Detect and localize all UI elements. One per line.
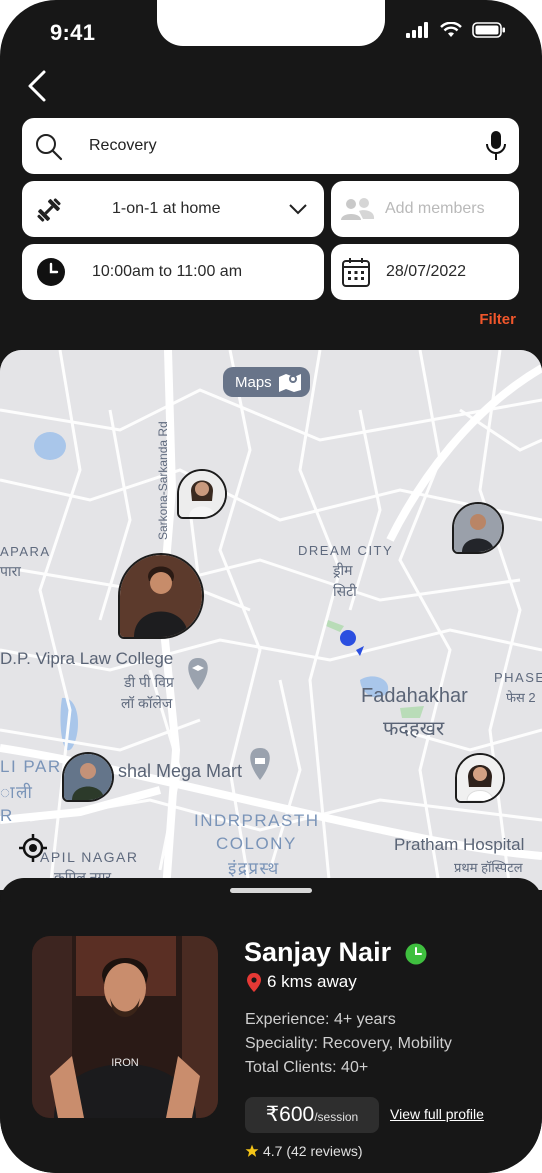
time-slot-field[interactable]: 10:00am to 11:00 am — [22, 244, 324, 300]
trainer-pin[interactable] — [62, 752, 114, 802]
map-label-dream-city-hi-2: सिटी — [333, 583, 357, 599]
map-view[interactable]: Sarkona-Sarkanda Rd APARA पारा DREAM CIT… — [0, 350, 542, 890]
trainer-pin[interactable] — [177, 469, 227, 519]
status-time: 9:41 — [50, 20, 96, 45]
time-slot-value: 10:00am to 11:00 am — [92, 263, 243, 280]
map-label-colony: COLONY — [216, 834, 297, 853]
trainer-pin[interactable] — [455, 753, 505, 803]
map-label-phase-hi: फेस 2 — [506, 690, 536, 705]
mic-icon[interactable] — [485, 130, 507, 162]
map-label-dream-city: DREAM CITY — [298, 543, 394, 558]
map-label-phase: PHASE — [494, 670, 542, 685]
price-badge: ₹600 /session — [245, 1097, 379, 1133]
map-label-college-hi-2: लॉ कॉलेज — [121, 695, 173, 711]
search-bar[interactable]: Recovery — [22, 118, 519, 174]
trainer-avatar — [120, 555, 202, 637]
view-full-profile-link[interactable]: View full profile — [390, 1106, 484, 1122]
sheet-drag-handle[interactable] — [230, 888, 312, 893]
map-label-pratham-hi: प्रथम हॉस्पिटल — [454, 860, 523, 875]
map-streets — [0, 350, 542, 890]
trainer-pin[interactable] — [452, 502, 504, 554]
map-label-kapil: APIL NAGAR — [40, 849, 139, 865]
price-unit: /session — [314, 1110, 359, 1124]
price-amount: ₹600 — [265, 1103, 315, 1126]
map-label-mart: shal Mega Mart — [118, 761, 243, 781]
chevron-down-icon — [289, 204, 307, 215]
locate-me-button[interactable] — [18, 833, 48, 868]
dumbbell-icon — [37, 198, 61, 222]
notch — [157, 0, 385, 46]
rating-text: 4.7 (42 reviews) — [263, 1143, 363, 1159]
trainer-clients: Total Clients: 40+ — [245, 1059, 369, 1076]
maps-button-label: Maps — [235, 373, 272, 391]
trainer-rating: 4.7 (42 reviews) — [245, 1143, 363, 1159]
search-input[interactable]: Recovery — [89, 137, 157, 155]
trainer-avatar — [179, 471, 225, 517]
map-label-r: R — [0, 806, 14, 825]
trainer-photo[interactable]: IRON — [32, 936, 218, 1118]
map-icon — [278, 374, 301, 392]
map-label-pratham: Pratham Hospital — [394, 835, 525, 854]
clock-status-icon — [405, 943, 427, 965]
search-icon — [36, 134, 63, 161]
back-icon — [28, 70, 46, 102]
star-icon — [245, 1144, 259, 1157]
battery-icon — [472, 22, 505, 38]
target-icon — [19, 834, 47, 862]
filter-button[interactable]: Filter — [479, 311, 516, 328]
trainer-portrait: IRON — [32, 936, 218, 1118]
map-label-indrprasth-hi: इंद्रप्रस्थ — [228, 859, 280, 878]
maps-button[interactable]: Maps — [223, 367, 310, 397]
trainer-avatar — [454, 504, 502, 552]
trainer-experience: Experience: 4+ years — [245, 1011, 396, 1028]
map-label-apara: APARA — [0, 544, 51, 559]
map-label-road: Sarkona-Sarkanda Rd — [156, 421, 170, 540]
back-button[interactable] — [24, 68, 56, 104]
trainer-pin-selected[interactable] — [118, 553, 204, 639]
session-type-value: 1-on-1 at home — [112, 200, 221, 217]
distance-text: 6 kms away — [267, 972, 357, 991]
status-icons — [406, 22, 506, 38]
add-members-field[interactable]: Add members — [331, 181, 519, 237]
trainer-speciality: Speciality: Recovery, Mobility — [245, 1035, 452, 1052]
trainer-avatar — [64, 754, 112, 800]
location-pin-icon — [247, 972, 261, 992]
map-label-dream-city-hi-1: ड्रीम — [333, 562, 353, 578]
add-members-placeholder: Add members — [385, 200, 485, 217]
map-label-li-par: LI PAR — [0, 757, 62, 776]
clock-icon — [37, 258, 65, 286]
wifi-icon — [440, 22, 462, 37]
trainer-avatar — [457, 755, 503, 801]
trainer-name: Sanjay Nair — [244, 937, 392, 967]
map-label-li-par-hi: ाली — [0, 783, 34, 802]
group-icon — [341, 198, 375, 220]
map-label-apara-hi: पारा — [0, 563, 21, 579]
map-label-college-hi-1: डी पी विप्र — [124, 674, 174, 690]
session-type-select[interactable]: 1-on-1 at home — [22, 181, 324, 237]
trainer-distance: 6 kms away — [247, 972, 357, 992]
date-field[interactable]: 28/07/2022 — [331, 244, 519, 300]
map-label-college: D.P. Vipra Law College — [0, 649, 174, 668]
signal-icon — [406, 22, 428, 38]
calendar-icon — [342, 258, 370, 287]
phone-frame: 9:41 Recovery 1-on-1 at home Add members… — [0, 0, 542, 1173]
date-value: 28/07/2022 — [386, 263, 467, 280]
shirt-logo: IRON — [111, 1057, 139, 1069]
map-label-fadahakhar: Fadahakhar — [361, 685, 468, 707]
map-label-indrprasth: INDRPRASTH — [194, 811, 320, 830]
map-label-fadahakhar-hi: फदहखर — [383, 718, 445, 740]
